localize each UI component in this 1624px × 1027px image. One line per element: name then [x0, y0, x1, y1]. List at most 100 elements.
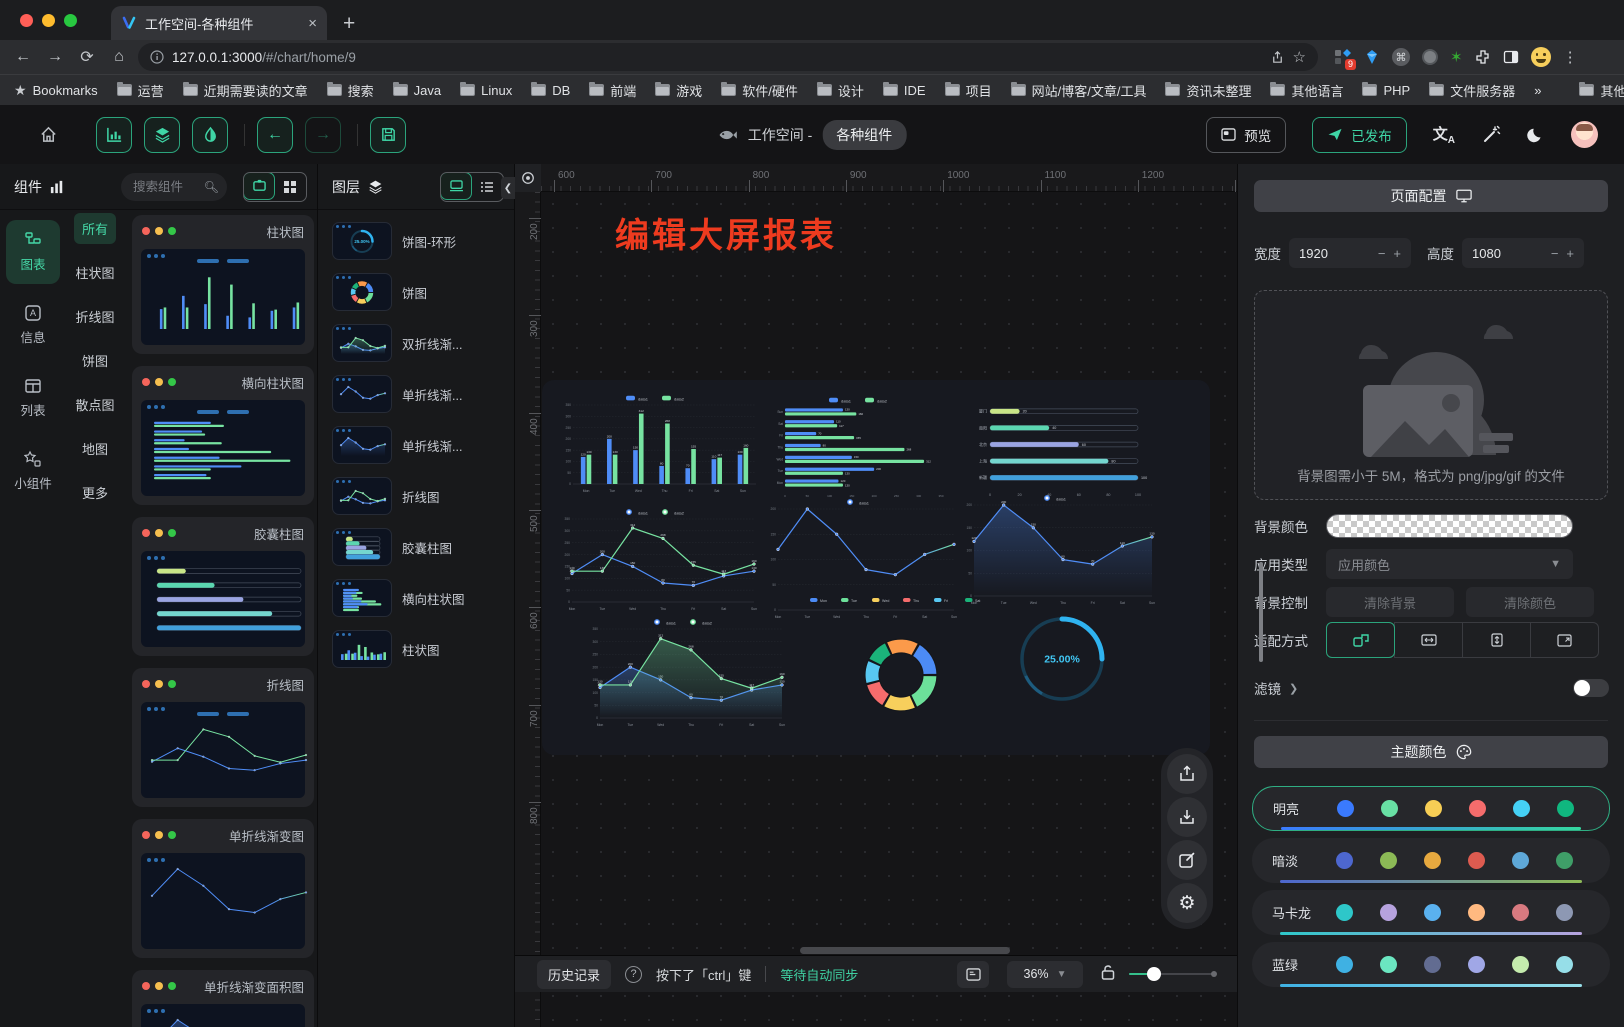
board-chart-capsule[interactable]: 厦门20南阳40北京60上海80新疆100020406080100: [968, 396, 1156, 498]
help-icon[interactable]: ?: [625, 966, 642, 983]
redo-button[interactable]: →: [305, 117, 341, 153]
layer-list-view-toggle[interactable]: [471, 173, 503, 201]
app-home-icon[interactable]: [30, 117, 66, 153]
theme-row-明亮[interactable]: 明亮: [1252, 786, 1610, 831]
height-minus-button[interactable]: −: [1551, 246, 1559, 261]
bookmark-folder-item[interactable]: 游戏: [655, 81, 702, 100]
fit-height-option[interactable]: [1462, 622, 1531, 658]
fit-scale-option[interactable]: [1326, 622, 1395, 658]
workspace-name-pill[interactable]: 各种组件: [822, 120, 906, 150]
board-chart-ring[interactable]: 25.00%: [974, 602, 1150, 716]
bookmark-folder-item[interactable]: 运营: [117, 81, 164, 100]
component-card[interactable]: 单折线渐变面积图: [132, 970, 314, 1027]
board-chart-hbar2[interactable]: data1data2050100150200250300350Sun130160…: [766, 394, 956, 498]
window-maximize-button[interactable]: [64, 14, 77, 27]
category-item-1[interactable]: 柱状图: [67, 257, 122, 288]
theme-row-马卡龙[interactable]: 马卡龙: [1252, 890, 1610, 935]
gem-extension-icon[interactable]: [1364, 49, 1380, 65]
zoom-slider[interactable]: [1129, 973, 1215, 975]
new-tab-button[interactable]: +: [343, 12, 355, 36]
edit-button[interactable]: [1167, 840, 1207, 880]
address-bar[interactable]: 127.0.0.1:3000/#/chart/home/9 ☆: [138, 43, 1318, 71]
dashboard-board[interactable]: data1data2050100150200250300350120130Mon…: [542, 380, 1210, 755]
grid-view-toggle[interactable]: [274, 173, 306, 201]
bookmark-star-icon[interactable]: ☆: [1293, 48, 1306, 66]
window-close-button[interactable]: [20, 14, 33, 27]
window-minimize-button[interactable]: [42, 14, 55, 27]
layer-item[interactable]: 折线图: [332, 477, 506, 515]
tab-charts[interactable]: 图表: [6, 220, 60, 284]
bg-color-swatch[interactable]: [1326, 514, 1573, 538]
bookmark-folder-item[interactable]: 其他语言: [1270, 81, 1343, 100]
width-minus-button[interactable]: −: [1378, 246, 1386, 261]
bookmark-folder-item[interactable]: 设计: [817, 81, 864, 100]
zoom-slider-knob[interactable]: [1147, 967, 1161, 981]
browser-tab[interactable]: 工作空间-各种组件 ×: [111, 6, 327, 40]
bookmark-folder-item[interactable]: 前端: [589, 81, 636, 100]
bookmark-folder-item[interactable]: PHP: [1362, 83, 1410, 98]
tab-info[interactable]: A 信息: [6, 293, 60, 357]
circle-extension-icon[interactable]: [1422, 49, 1438, 65]
fit-width-option[interactable]: [1394, 622, 1463, 658]
tab-widgets[interactable]: 小组件: [6, 439, 60, 503]
theme-row-暗淡[interactable]: 暗淡: [1252, 838, 1610, 883]
publish-button[interactable]: 已发布: [1312, 117, 1407, 153]
browser-menu-icon[interactable]: ⋮: [1563, 48, 1579, 66]
width-value[interactable]: 1920: [1299, 246, 1370, 261]
tab-list[interactable]: 列表: [6, 366, 60, 430]
clear-background-button[interactable]: 清除背景: [1326, 587, 1454, 617]
save-button[interactable]: [370, 117, 406, 153]
app-type-select[interactable]: 应用颜色 ▼: [1326, 549, 1573, 579]
forward-icon[interactable]: →: [42, 44, 68, 70]
layer-item[interactable]: 双折线渐...: [332, 324, 506, 362]
lock-icon[interactable]: [1101, 964, 1115, 985]
editor-canvas[interactable]: 6007008009001000110012001300 20030040050…: [515, 164, 1237, 1027]
bookmark-folder-item[interactable]: 项目: [945, 81, 992, 100]
width-plus-button[interactable]: +: [1393, 246, 1401, 261]
chart-create-button[interactable]: [96, 117, 132, 153]
collapse-panel-handle[interactable]: ❮: [501, 177, 515, 199]
clear-color-button[interactable]: 清除颜色: [1466, 587, 1594, 617]
board-chart-bar2[interactable]: data1data2050100150200250300350120130Mon…: [556, 392, 760, 494]
board-chart-line1g[interactable]: data1050100150200MonTueWedThuFriSatSun12…: [958, 492, 1158, 606]
category-item-5[interactable]: 地图: [74, 433, 116, 464]
magic-wand-icon[interactable]: [1481, 125, 1501, 145]
tab-close-icon[interactable]: ×: [308, 15, 317, 32]
bookmark-folder-item[interactable]: 文件服务器: [1429, 81, 1515, 100]
preview-button[interactable]: 预览: [1206, 117, 1286, 153]
home-icon[interactable]: ⌂: [106, 44, 132, 70]
bookmark-item[interactable]: ★Bookmarks: [14, 82, 98, 99]
category-item-6[interactable]: 更多: [74, 477, 116, 508]
component-card[interactable]: 折线图: [132, 668, 314, 807]
bookmark-folder-item[interactable]: 近期需要读的文章: [183, 81, 308, 100]
language-icon[interactable]: 文A: [1433, 123, 1455, 146]
site-info-icon[interactable]: [150, 50, 164, 64]
bookmark-folder-item[interactable]: 搜索: [327, 81, 374, 100]
filter-expand-icon[interactable]: ❯: [1289, 682, 1298, 695]
component-card[interactable]: 单折线渐变图: [132, 819, 314, 958]
category-item-0[interactable]: 所有: [74, 213, 116, 244]
bookmark-folder-item[interactable]: 网站/博客/文章/工具: [1011, 81, 1147, 100]
reload-icon[interactable]: ⟳: [74, 44, 100, 70]
horizontal-scrollbar[interactable]: [800, 947, 1010, 954]
share-icon[interactable]: [1270, 50, 1285, 65]
user-avatar[interactable]: [1571, 121, 1598, 148]
layers-create-button[interactable]: [144, 117, 180, 153]
bookmarks-overflow-chevron[interactable]: »: [1534, 83, 1541, 98]
theme-row-蓝绿[interactable]: 蓝绿: [1252, 942, 1610, 987]
width-stepper[interactable]: 1920 − +: [1289, 238, 1411, 268]
star-extension-icon[interactable]: ✶: [1450, 48, 1463, 66]
layer-thumbnail-view-toggle[interactable]: [440, 172, 472, 200]
page-config-header[interactable]: 页面配置: [1254, 180, 1608, 212]
bookmark-folder-item[interactable]: 资讯未整理: [1165, 81, 1251, 100]
theme-color-header[interactable]: 主题颜色: [1254, 736, 1608, 768]
height-plus-button[interactable]: +: [1566, 246, 1574, 261]
undo-button[interactable]: ←: [257, 117, 293, 153]
profile-avatar-icon[interactable]: [1531, 47, 1551, 67]
single-view-toggle[interactable]: [243, 172, 275, 200]
dark-mode-moon-icon[interactable]: [1527, 126, 1545, 144]
bookmark-folder-item[interactable]: DB: [531, 83, 570, 98]
component-card[interactable]: 胶囊柱图: [132, 517, 314, 656]
layer-item[interactable]: 25.00%饼图-环形: [332, 222, 506, 260]
component-card[interactable]: 柱状图: [132, 215, 314, 354]
